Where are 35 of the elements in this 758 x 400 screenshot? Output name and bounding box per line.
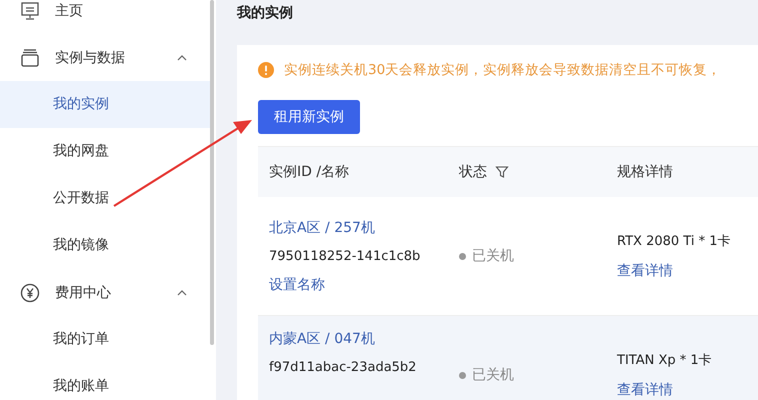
warning-text: 实例连续关机30天会释放实例，实例释放会导致数据清空且不可恢复， [284,61,722,79]
sidebar-item[interactable]: 主页 [0,0,210,34]
filter-icon[interactable] [495,165,509,179]
sidebar-subitem[interactable]: 我的订单 [0,316,210,363]
status-text: 已关机 [472,366,514,384]
region-link[interactable]: 北京A区 / 257机 [269,218,375,236]
monitor-icon [20,0,40,20]
status-text: 已关机 [472,247,514,265]
page-title: 我的实例 [237,4,294,23]
instance-id: 7950118252-141c1c8b [269,248,420,264]
yen-icon [20,282,40,302]
sidebar-subitem[interactable]: 公开数据 [0,175,210,222]
sidebar-subitem[interactable]: 我的网盘 [0,128,210,175]
status-dot [459,372,466,378]
rent-instance-button[interactable]: 租用新实例 [258,100,360,134]
view-details-link[interactable]: 查看详情 [617,381,673,399]
column-header: 实例ID /名称 [269,163,350,181]
sidebar-subitem[interactable]: 我的账单 [0,363,210,400]
sidebar-item[interactable]: 实例与数据 [0,34,210,81]
table-row[interactable]: 内蒙A区 / 047机 f97d11abac-23ada5b2 已关机 TITAN Xp * 1卡 查看详情 [258,316,758,400]
tray-icon [20,48,40,68]
scrollbar-thumb[interactable] [210,0,214,345]
region-link[interactable]: 内蒙A区 / 047机 [269,330,375,348]
sidebar-subitem[interactable]: 我的实例 [0,81,210,128]
view-details-link[interactable]: 查看详情 [617,262,673,280]
status-dot [459,252,466,260]
sidebar-subitem[interactable]: 我的镜像 [0,222,210,269]
instance-id: f97d11abac-23ada5b2 [269,360,416,375]
column-header: 规格详情 [617,163,673,181]
sidebar-item[interactable]: 费用中心 [0,269,210,316]
spec-text: TITAN Xp * 1卡 [617,352,712,369]
set-name-link[interactable]: 设置名称 [269,276,325,294]
spec-text: RTX 2080 Ti * 1卡 [617,233,730,250]
warning-icon [258,62,274,78]
column-header: 状态 [459,163,487,181]
